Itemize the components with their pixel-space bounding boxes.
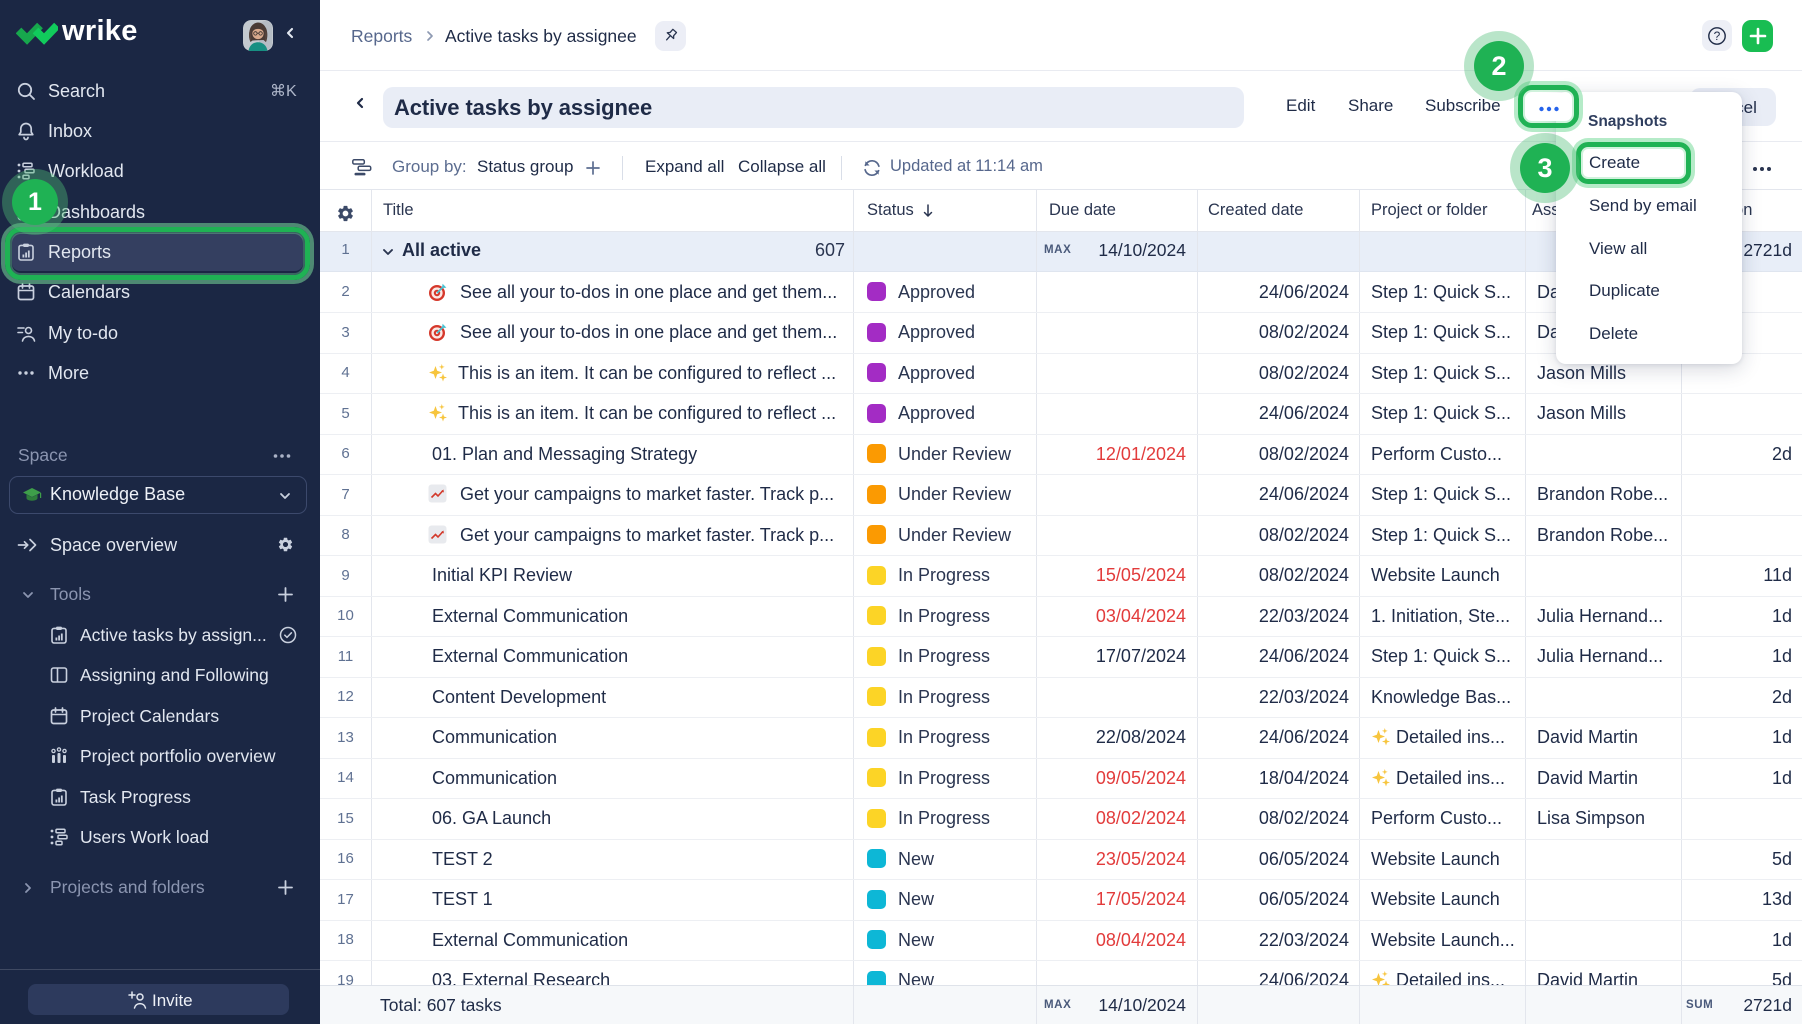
svg-text:?: ? [1714,29,1721,43]
